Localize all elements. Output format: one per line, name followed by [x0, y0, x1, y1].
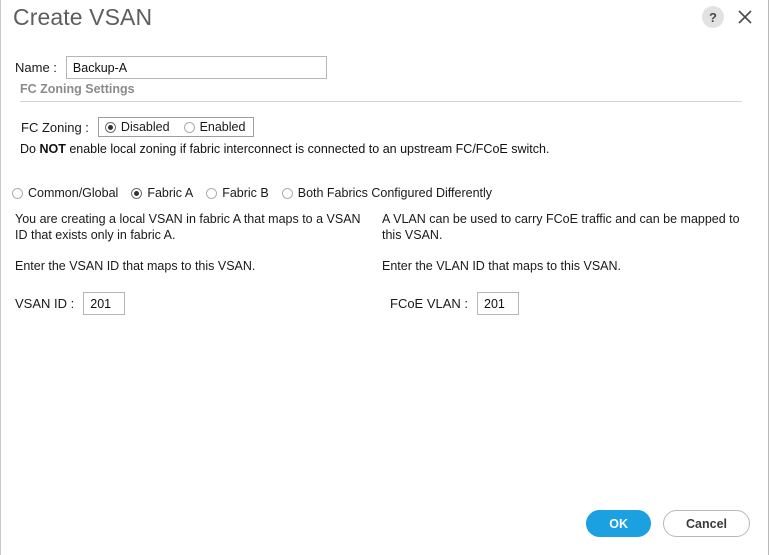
fc-zoning-label: FC Zoning : — [21, 119, 89, 135]
fcoe-vlan-label: FCoE VLAN : — [390, 296, 469, 311]
radio-fabric-b[interactable]: Fabric B — [206, 186, 269, 200]
radio-label: Disabled — [120, 120, 170, 134]
fcoe-vlan-instruction: Enter the VLAN ID that maps to this VSAN… — [382, 259, 621, 273]
section-divider — [20, 101, 742, 102]
vsan-id-row: VSAN ID : — [15, 292, 370, 315]
fcoe-vlan-row: FCoE VLAN : — [382, 292, 754, 315]
radio-fc-zoning-enabled[interactable]: Enabled — [183, 120, 246, 134]
radio-label: Common/Global — [28, 186, 119, 200]
radio-fc-zoning-disabled[interactable]: Disabled — [104, 120, 170, 134]
zoning-warning-text: Do NOT enable local zoning if fabric int… — [20, 142, 549, 156]
radio-label: Both Fabrics Configured Differently — [297, 186, 493, 200]
radio-mark-icon — [206, 187, 218, 199]
radio-mark-icon — [104, 121, 116, 133]
radio-mark-icon — [281, 187, 293, 199]
name-input[interactable] — [65, 56, 327, 79]
fc-zoning-radio-group: Disabled Enabled — [97, 117, 255, 137]
radio-common-global[interactable]: Common/Global — [12, 186, 118, 200]
help-icon[interactable]: ? — [702, 6, 724, 28]
create-vsan-dialog: Create VSAN ? Name : FC Zoning Settings … — [0, 0, 769, 555]
fcoe-vlan-description: A VLAN can be used to carry FCoE traffic… — [382, 212, 740, 242]
name-label: Name : — [15, 60, 57, 75]
page-title: Create VSAN — [13, 4, 153, 30]
radio-mark-icon — [131, 187, 143, 199]
fc-zoning-row: FC Zoning : Disabled Enabled — [21, 117, 255, 137]
radio-fabric-a[interactable]: Fabric A — [131, 186, 193, 200]
radio-label: Fabric A — [147, 186, 194, 200]
fc-zoning-settings-heading: FC Zoning Settings — [20, 82, 135, 96]
warning-bold: NOT — [39, 142, 66, 156]
name-row: Name : — [15, 56, 327, 79]
fcoe-vlan-input[interactable] — [477, 292, 520, 315]
warning-prefix: Do — [20, 142, 40, 156]
dialog-footer: OK Cancel — [586, 510, 750, 537]
vsan-id-column: You are creating a local VSAN in fabric … — [15, 211, 370, 315]
close-x-icon[interactable] — [734, 6, 756, 28]
fabric-scope-radio-group: Common/Global Fabric A Fabric B Both Fab… — [12, 186, 492, 200]
radio-label: Fabric B — [222, 186, 269, 200]
vsan-id-input[interactable] — [83, 292, 126, 315]
radio-label: Enabled — [199, 120, 246, 134]
ok-button[interactable]: OK — [586, 510, 651, 537]
radio-both-fabrics-configured-differently[interactable]: Both Fabrics Configured Differently — [281, 186, 493, 200]
vsan-id-label: VSAN ID : — [15, 296, 75, 311]
warning-suffix: enable local zoning if fabric interconne… — [65, 142, 550, 156]
radio-mark-icon — [12, 187, 23, 199]
vsan-instruction: Enter the VSAN ID that maps to this VSAN… — [15, 259, 256, 273]
cancel-button[interactable]: Cancel — [663, 510, 750, 537]
vsan-description: You are creating a local VSAN in fabric … — [15, 212, 361, 242]
header-actions: ? — [702, 6, 756, 28]
radio-mark-icon — [183, 121, 195, 133]
fcoe-vlan-column: A VLAN can be used to carry FCoE traffic… — [382, 211, 754, 315]
